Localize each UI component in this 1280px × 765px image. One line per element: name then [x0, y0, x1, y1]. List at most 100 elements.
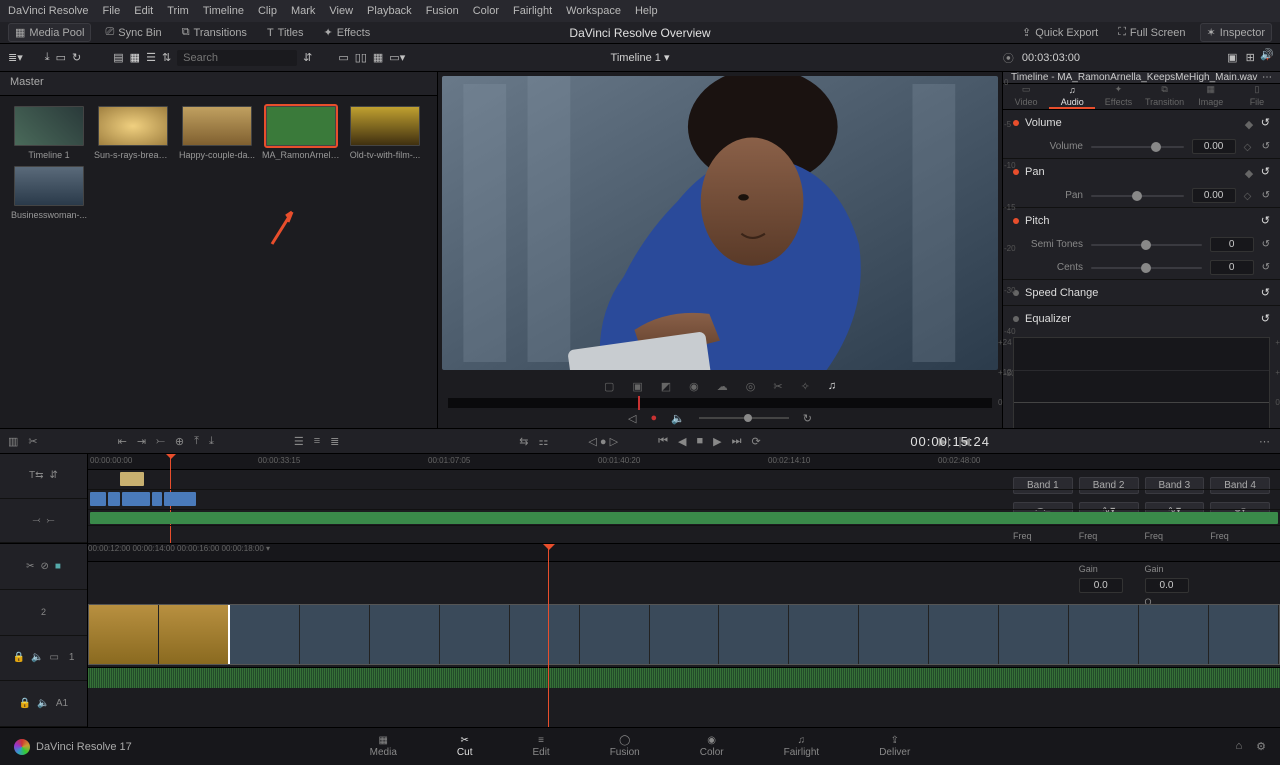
stop-icon[interactable]: ■: [696, 435, 703, 447]
volume-value[interactable]: [1192, 139, 1236, 154]
lock-icon[interactable]: 🔒: [13, 652, 25, 663]
sync-icon[interactable]: ⇵: [50, 470, 58, 481]
section-pitch[interactable]: Pitch: [1025, 215, 1049, 227]
video-track-1[interactable]: [88, 602, 1280, 668]
mute-icon[interactable]: 🔈: [37, 698, 49, 709]
cents-value[interactable]: [1210, 260, 1254, 275]
boring-detector-icon[interactable]: ▥: [8, 435, 18, 448]
refresh-icon[interactable]: ↻: [72, 51, 81, 64]
reset-icon[interactable]: ↺: [1262, 239, 1270, 250]
go-start-icon[interactable]: ⏮: [658, 435, 668, 448]
page-edit[interactable]: ≡Edit: [532, 735, 549, 758]
keyframe-icon[interactable]: ◆: [1245, 167, 1255, 177]
menu-item[interactable]: Fairlight: [513, 5, 552, 17]
clip-thumbnail[interactable]: Timeline 1: [10, 106, 88, 160]
menu-item[interactable]: Trim: [167, 5, 189, 17]
reset-icon[interactable]: ↺: [1261, 165, 1270, 178]
inspector-toggle[interactable]: ✶Inspector: [1200, 23, 1272, 42]
viewer-timecode[interactable]: 00:00:15:24: [910, 434, 990, 449]
tool-color-icon[interactable]: ✂: [773, 380, 782, 393]
reset-icon[interactable]: ↺: [1261, 116, 1270, 129]
menu-item[interactable]: Workspace: [566, 5, 621, 17]
dynamic-trim-icon[interactable]: ⇆: [519, 435, 528, 448]
place-on-top-icon[interactable]: ⤒: [194, 435, 199, 448]
tool-audiofx-icon[interactable]: ✧: [801, 380, 810, 393]
section-pan[interactable]: Pan: [1025, 166, 1045, 178]
tl-view-1-icon[interactable]: ☰: [294, 435, 304, 448]
trim-mode-icon[interactable]: ⚏: [539, 435, 549, 448]
lower-ruler[interactable]: 00:00:12:00 00:00:14:00 00:00:16:00 00:0…: [88, 544, 1280, 562]
tab-image[interactable]: ▦Image: [1188, 84, 1234, 109]
viewer-dropdown-icon[interactable]: ▭▾: [389, 51, 405, 64]
mute-icon[interactable]: 🔈: [671, 412, 685, 425]
clip-thumbnail[interactable]: Old-tv-with-film-...: [346, 106, 424, 160]
timeline-name[interactable]: Timeline 1 ▾: [611, 51, 670, 64]
view-strip-icon[interactable]: ▤: [113, 51, 123, 64]
tl-view-2-icon[interactable]: ≡: [314, 435, 320, 447]
play-icon[interactable]: ▶: [713, 435, 721, 448]
sync-bin-toggle[interactable]: ⎚Sync Bin: [99, 24, 167, 41]
page-media[interactable]: ▦Media: [370, 735, 397, 758]
clip-thumbnail[interactable]: Happy-couple-da...: [178, 106, 256, 160]
section-volume[interactable]: Volume: [1025, 117, 1062, 129]
media-pool-toggle[interactable]: ▦Media Pool: [8, 23, 91, 42]
transitions-toggle[interactable]: ⧉Transitions: [176, 24, 253, 41]
smart-insert-icon[interactable]: ⇤: [118, 435, 127, 448]
tab-audio[interactable]: ♫Audio: [1049, 84, 1095, 109]
keyframe-icon[interactable]: ◇: [1244, 191, 1254, 201]
viewer-grid-icon[interactable]: ▦: [373, 51, 383, 64]
razor-icon[interactable]: ✂: [26, 561, 34, 572]
link-icon[interactable]: ⊘: [40, 561, 48, 572]
reset-icon[interactable]: ↺: [1262, 141, 1270, 152]
view-list-icon[interactable]: ☰: [146, 51, 156, 64]
import-icon[interactable]: ⤓: [45, 51, 50, 64]
tab-transition[interactable]: ⧉Transition: [1142, 84, 1188, 109]
clip-thumbnail[interactable]: MA_RamonArnell...: [262, 106, 340, 160]
keyframe-icon[interactable]: ◇: [1244, 142, 1254, 152]
view-thumb-icon[interactable]: ▦: [130, 51, 140, 64]
marker-icon[interactable]: ⤚: [47, 515, 55, 526]
viewer-canvas[interactable]: [442, 76, 998, 370]
tool-transform-icon[interactable]: ◩: [661, 380, 671, 393]
bin-name[interactable]: Master: [0, 72, 437, 96]
tl-options-icon[interactable]: ⋯: [1259, 435, 1270, 448]
reset-icon[interactable]: ↺: [1261, 214, 1270, 227]
page-fusion[interactable]: ◯Fusion: [610, 735, 640, 758]
more-icon[interactable]: ⋯: [1262, 72, 1272, 83]
safe-area-icon[interactable]: ▣: [1227, 51, 1237, 64]
sort-icon[interactable]: ⇅: [162, 51, 171, 64]
semitone-value[interactable]: [1210, 237, 1254, 252]
clip-thumbnail[interactable]: Businesswoman-...: [10, 166, 88, 220]
new-bin-icon[interactable]: ▭: [56, 51, 66, 64]
page-deliver[interactable]: ⇪Deliver: [879, 735, 910, 758]
tool-lens-icon[interactable]: ◎: [746, 380, 756, 393]
menu-item[interactable]: DaVinci Resolve: [8, 5, 89, 17]
effects-toggle[interactable]: ✦Effects: [318, 24, 377, 41]
jog-back-icon[interactable]: ◁: [628, 412, 636, 425]
menu-item[interactable]: Color: [473, 5, 499, 17]
tool-crop-icon[interactable]: ▢: [604, 380, 614, 393]
menu-item[interactable]: View: [329, 5, 353, 17]
prev-edit-icon[interactable]: ◁ ● ▷: [588, 435, 618, 448]
volume-slider[interactable]: [1091, 146, 1184, 148]
snap-icon[interactable]: ⤙: [33, 515, 41, 526]
reset-icon[interactable]: ↺: [1262, 190, 1270, 201]
bin-list-icon[interactable]: ≣▾: [8, 51, 23, 64]
menu-item[interactable]: File: [103, 5, 121, 17]
cents-slider[interactable]: [1091, 267, 1202, 269]
home-icon[interactable]: ⌂: [1235, 740, 1242, 753]
track-v2[interactable]: [88, 470, 1280, 490]
viewer-scrubber[interactable]: [448, 398, 992, 408]
append-icon[interactable]: ⇥: [137, 435, 146, 448]
keyframe-icon[interactable]: ◆: [1245, 118, 1255, 128]
menu-item[interactable]: Fusion: [426, 5, 459, 17]
tool-stabilize-icon[interactable]: ☁: [717, 380, 728, 393]
guides-icon[interactable]: ⊞: [1246, 51, 1255, 64]
closeup-icon[interactable]: ⊕: [175, 435, 184, 448]
fullscreen-button[interactable]: ⛶Full Screen: [1112, 24, 1191, 41]
menu-item[interactable]: Timeline: [203, 5, 244, 17]
lock-icon[interactable]: 🔒: [19, 698, 31, 709]
reset-icon[interactable]: ↺: [1261, 286, 1270, 299]
page-color[interactable]: ◉Color: [700, 735, 724, 758]
viewer-mode-icon[interactable]: ▭: [338, 51, 348, 64]
